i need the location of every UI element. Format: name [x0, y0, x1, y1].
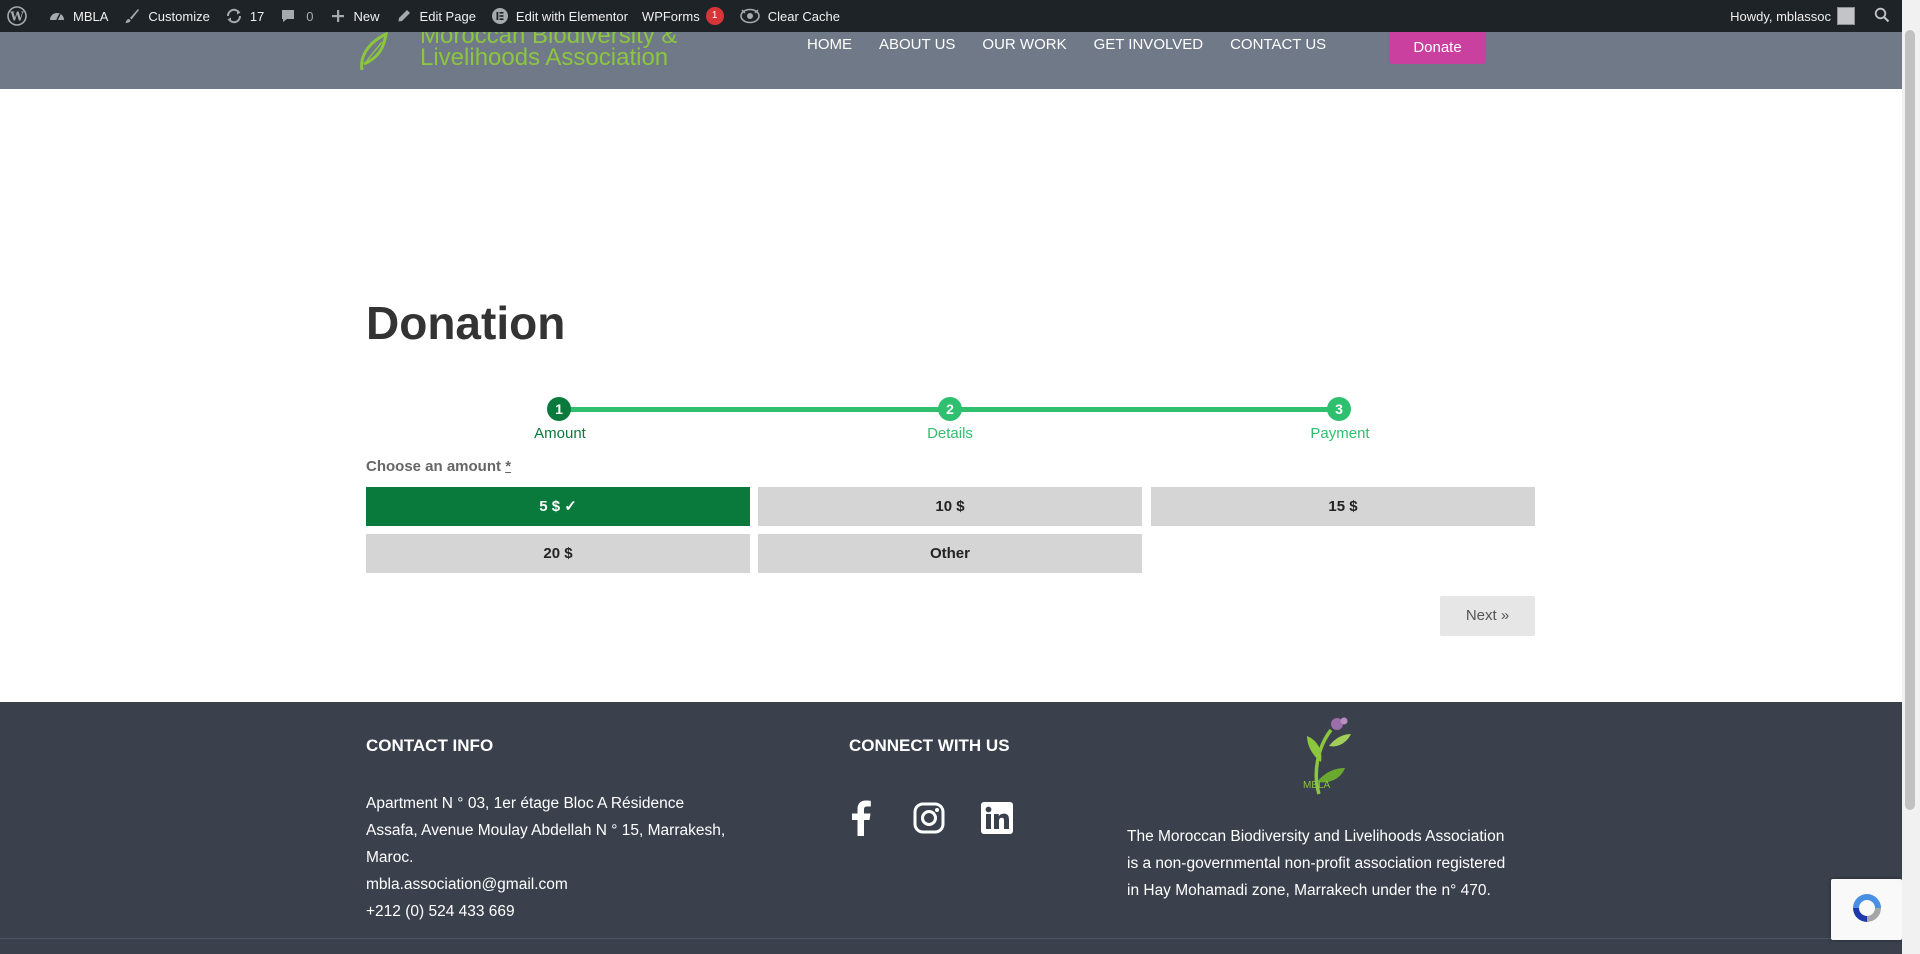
amount-option-10[interactable]: 10 $ [758, 487, 1142, 526]
clear-cache-link[interactable]: Clear Cache [731, 0, 847, 32]
contact-details: Apartment N ° 03, 1er étage Bloc A Résid… [366, 790, 766, 925]
page-scrollbar-thumb[interactable] [1905, 30, 1915, 810]
instagram-icon[interactable] [909, 798, 949, 838]
wordpress-icon: W [7, 6, 27, 26]
contact-info-heading: CONTACT INFO [366, 736, 494, 755]
connect-heading: CONNECT WITH US [849, 736, 1010, 755]
clear-cache-label: Clear Cache [767, 8, 840, 24]
edit-page-link[interactable]: Edit Page [387, 0, 483, 32]
search-icon [1874, 7, 1890, 26]
plus-icon [328, 6, 348, 26]
wpforms-notification-badge: 1 [705, 7, 724, 25]
comments-link[interactable]: 0 [271, 0, 320, 32]
linkedin-icon[interactable] [977, 798, 1017, 838]
amount-option-15[interactable]: 15 $ [1151, 487, 1535, 526]
step-1-label: Amount [534, 425, 586, 442]
address-line-3: Maroc. [366, 849, 414, 866]
site-name-label: MBLA [73, 8, 109, 24]
contact-email[interactable]: mbla.association@gmail.com [366, 871, 766, 898]
admin-search-button[interactable] [1862, 0, 1902, 32]
edit-elementor-link[interactable]: Edit with Elementor [483, 0, 635, 32]
recaptcha-badge[interactable] [1831, 879, 1902, 940]
about-text: The Moroccan Biodiversity and Livelihood… [1127, 823, 1567, 904]
address-line-2: Assafa, Avenue Moulay Abdellah N ° 15, M… [366, 822, 726, 839]
step-1-indicator: 1 [547, 397, 571, 421]
comments-count: 0 [306, 8, 314, 24]
about-line-1: The Moroccan Biodiversity and Livelihood… [1127, 828, 1505, 845]
new-label: New [353, 8, 380, 24]
new-content-menu[interactable]: New [321, 0, 387, 32]
amount-option-5-label: 5 $ [539, 498, 561, 515]
comment-icon [278, 6, 298, 26]
admin-bar: W MBLA Customize 17 0 New Edit Page Edit… [0, 0, 1902, 32]
dashboard-icon [47, 6, 67, 26]
edit-page-label: Edit Page [419, 8, 476, 24]
pencil-icon [394, 6, 414, 26]
about-line-2: is a non-governmental non-profit associa… [1127, 855, 1506, 872]
nav-item-home[interactable]: HOME [807, 36, 852, 53]
nav-item-contact-us[interactable]: CONTACT US [1230, 36, 1326, 53]
step-3-indicator: 3 [1327, 397, 1351, 421]
nav-item-about-us[interactable]: ABOUT US [879, 36, 955, 53]
step-2-indicator: 2 [938, 397, 962, 421]
choose-amount-text: Choose an amount [366, 458, 502, 475]
customize-label: Customize [148, 8, 210, 24]
updates-count: 17 [249, 8, 265, 24]
nav-item-our-work[interactable]: OUR WORK [982, 36, 1066, 53]
updates-link[interactable]: 17 [217, 0, 271, 32]
site-logo-leaf-icon[interactable] [356, 32, 392, 72]
next-button[interactable]: Next » [1440, 596, 1535, 636]
customize-link[interactable]: Customize [115, 0, 216, 32]
edit-elementor-label: Edit with Elementor [515, 8, 628, 24]
wp-logo-menu[interactable]: W [0, 0, 40, 32]
brush-icon [122, 6, 142, 26]
my-account-menu[interactable]: Howdy, mblassoc [1723, 0, 1862, 32]
amount-option-5[interactable]: 5 $ ✓ [366, 487, 750, 526]
logo-text-line2[interactable]: Livelihoods Association [420, 44, 668, 72]
footer-divider [0, 938, 1902, 939]
howdy-label: Howdy, mblassoc [1730, 8, 1831, 24]
step-2-label: Details [927, 425, 973, 442]
check-icon: ✓ [564, 498, 577, 515]
avatar [1837, 7, 1855, 25]
main-nav: HOME ABOUT US OUR WORK GET INVOLVED CONT… [807, 32, 1353, 56]
page-title: Donation [366, 297, 566, 349]
address-line-1: Apartment N ° 03, 1er étage Bloc A Résid… [366, 795, 685, 812]
step-3-label: Payment [1310, 425, 1370, 442]
elementor-icon [490, 6, 510, 26]
choose-amount-label: Choose an amount * [366, 458, 511, 475]
amount-option-other[interactable]: Other [758, 534, 1142, 573]
wpforms-menu[interactable]: WPForms 1 [635, 0, 731, 32]
about-line-3: in Hay Mohamadi zone, Marrakech under th… [1127, 882, 1491, 899]
cache-icon [738, 6, 762, 26]
site-name-menu[interactable]: MBLA [40, 0, 115, 32]
amount-option-20[interactable]: 20 $ [366, 534, 750, 573]
footer-logo-text: MBLA [1303, 780, 1331, 791]
site-footer: CONTACT INFO Apartment N ° 03, 1er étage… [0, 702, 1902, 954]
required-marker: * [505, 458, 512, 475]
recaptcha-icon [1853, 894, 1881, 922]
updates-icon [224, 6, 244, 26]
donate-button[interactable]: Donate [1389, 32, 1486, 64]
site-header: Moroccan Biodiversity & Livelihoods Asso… [0, 32, 1902, 89]
wpforms-label: WPForms [641, 8, 700, 24]
nav-item-get-involved[interactable]: GET INVOLVED [1094, 36, 1203, 53]
svg-text:W: W [9, 10, 24, 24]
facebook-icon[interactable] [841, 798, 881, 838]
contact-phone[interactable]: +212 (0) 524 433 669 [366, 898, 766, 925]
